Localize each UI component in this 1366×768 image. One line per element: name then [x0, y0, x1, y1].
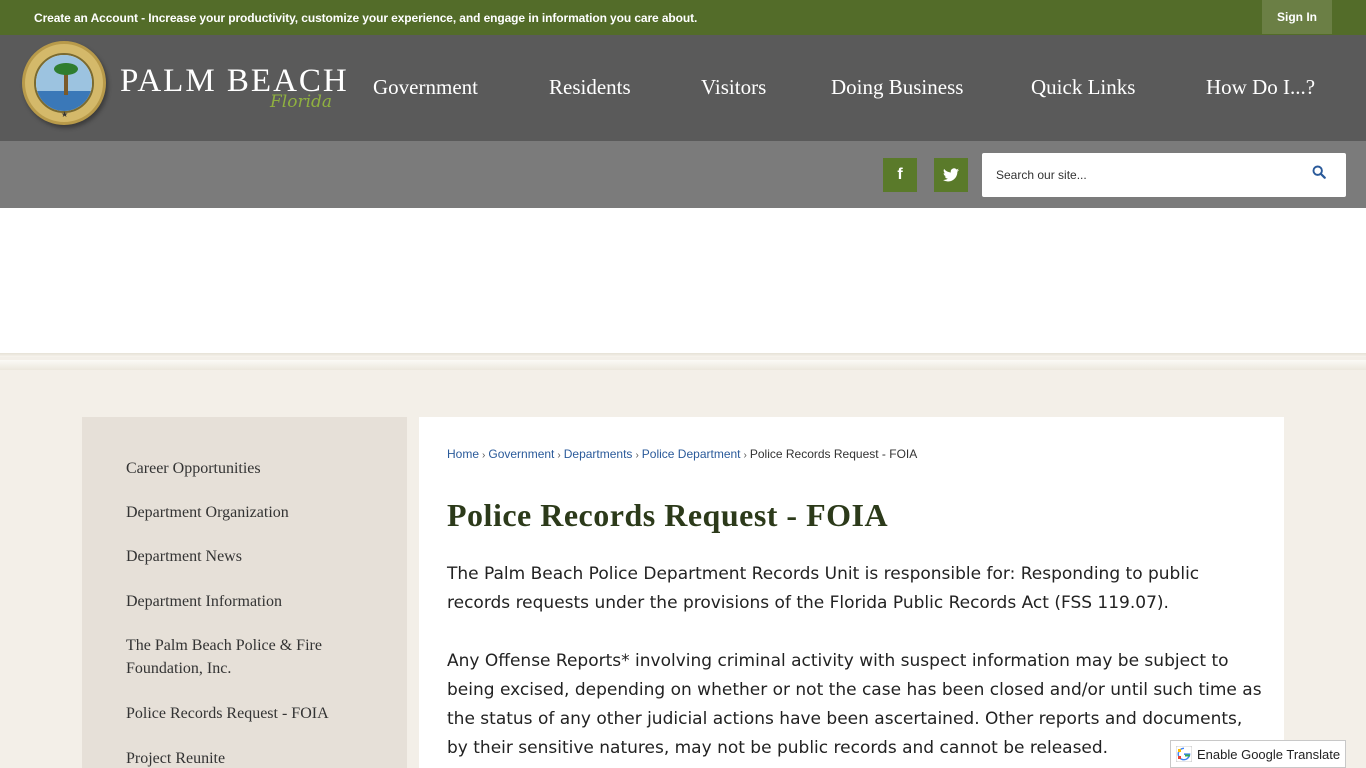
breadcrumb-separator-icon: ›: [557, 450, 561, 461]
google-translate-button[interactable]: Enable Google Translate: [1170, 740, 1346, 768]
seal-inner: [34, 53, 94, 113]
breadcrumb-home[interactable]: Home: [447, 447, 479, 461]
sidebar-item-career-opportunities[interactable]: Career Opportunities: [126, 457, 386, 480]
divider-shadow: [0, 360, 1366, 370]
offense-reports-paragraph: Any Offense Reports* involving criminal …: [447, 651, 1262, 758]
facebook-button[interactable]: f: [883, 158, 917, 192]
sidebar-item-department-organization[interactable]: Department Organization: [126, 501, 386, 524]
main-content: Home › Government › Departments › Police Depar…: [419, 417, 1284, 768]
utility-bar: f: [0, 141, 1366, 208]
brand-subtitle: Florida: [270, 92, 333, 112]
side-navigation: Career Opportunities Department Organiza…: [82, 417, 407, 768]
nav-quick-links[interactable]: Quick Links: [1031, 75, 1135, 100]
intro-paragraph: The Palm Beach Police Department Records…: [447, 564, 1200, 613]
sidebar-item-department-information[interactable]: Department Information: [126, 590, 386, 613]
twitter-icon: [943, 168, 959, 182]
breadcrumb-departments[interactable]: Departments: [564, 447, 633, 461]
nav-government[interactable]: Government: [373, 75, 478, 100]
account-message: Create an Account - Increase your produc…: [34, 11, 697, 25]
google-translate-label: Enable Google Translate: [1197, 747, 1341, 762]
sidebar-item-project-reunite[interactable]: Project Reunite: [126, 747, 386, 768]
facebook-icon: f: [897, 166, 903, 183]
sidebar-item-police-fire-foundation[interactable]: The Palm Beach Police & Fire Foundation,…: [126, 634, 386, 680]
page-title: Police Records Request - FOIA: [447, 497, 889, 533]
nav-visitors[interactable]: Visitors: [701, 75, 766, 100]
breadcrumb-current: Police Records Request - FOIA: [749, 447, 918, 461]
breadcrumb-police-department[interactable]: Police Department: [642, 447, 741, 461]
nav-how-do-i[interactable]: How Do I...?: [1206, 75, 1315, 100]
sign-in-button[interactable]: Sign In: [1262, 0, 1332, 34]
twitter-button[interactable]: [934, 158, 968, 192]
breadcrumb-separator-icon: ›: [635, 450, 639, 461]
create-account-link[interactable]: Create an Account: [34, 11, 138, 25]
breadcrumb-government[interactable]: Government: [488, 447, 554, 461]
account-message-text: - Increase your productivity, customize …: [137, 11, 698, 25]
site-search: [982, 153, 1346, 197]
town-seal-logo[interactable]: ★: [22, 41, 106, 125]
sidebar-item-police-records-request[interactable]: Police Records Request - FOIA: [126, 702, 386, 725]
seal-star-icon: ★: [61, 110, 69, 119]
account-bar: Create an Account - Increase your produc…: [0, 0, 1366, 35]
palm-leaves: [54, 63, 78, 75]
search-button[interactable]: [1312, 165, 1330, 183]
sidebar-item-department-news[interactable]: Department News: [126, 545, 386, 568]
nav-residents[interactable]: Residents: [549, 75, 631, 100]
site-header: ★ PALM BEACH Florida Government Resident…: [0, 35, 1366, 141]
search-input[interactable]: [996, 165, 1306, 185]
search-icon: [1312, 165, 1326, 179]
google-translate-icon: [1176, 746, 1192, 762]
divider-line: [0, 353, 1366, 357]
banner-area: [0, 208, 1366, 353]
breadcrumb-separator-icon: ›: [482, 450, 486, 461]
breadcrumb: Home › Government › Departments › Police Depar…: [447, 447, 917, 461]
nav-doing-business[interactable]: Doing Business: [831, 75, 963, 100]
breadcrumb-separator-icon: ›: [743, 450, 747, 461]
